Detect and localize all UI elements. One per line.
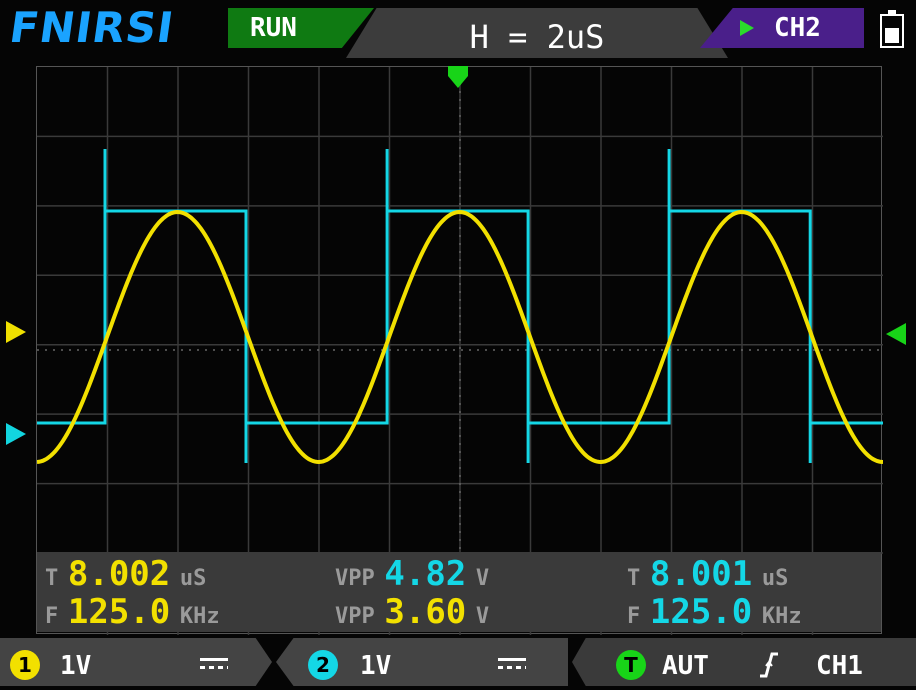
timebase-display[interactable]: H = 2uS [346, 8, 728, 58]
ch1-period-value: 8.002 [67, 554, 171, 594]
ch2-scale: 1V [360, 651, 392, 681]
vpp-top-label: VPP [335, 566, 375, 591]
channel-select-button[interactable]: CH2 [700, 8, 864, 48]
ch2-settings-button[interactable]: 2 1V [276, 638, 568, 686]
ch1-freq-unit: KHz [179, 604, 220, 629]
rising-edge-icon [760, 652, 778, 678]
run-stop-button[interactable]: RUN [228, 8, 374, 48]
ch1-period-unit: uS [179, 566, 207, 591]
ch2-freq-unit: KHz [761, 604, 802, 629]
vpp-bottom-value: 3.60 [384, 592, 467, 632]
ch2-freq-label: F [627, 604, 641, 629]
measurement-panel: T 8.002 uS F 125.0 KHz VPP 4.82 V VPP 3.… [37, 552, 881, 632]
brand-logo: FNIRSI [6, 3, 178, 52]
ch1-settings-button[interactable]: 1 1V [0, 638, 272, 686]
ch2-freq-value: 125.0 [649, 592, 753, 632]
ch2-period-value: 8.001 [649, 554, 753, 594]
trigger-settings-button[interactable]: T AUT CH1 [572, 638, 916, 686]
ch1-scale: 1V [60, 651, 92, 681]
ch1-freq-label: F [45, 604, 59, 629]
play-icon [740, 20, 754, 36]
ch2-offset-marker[interactable] [6, 423, 26, 445]
ch1-dc-coupling-icon [200, 658, 228, 672]
ch2-dc-coupling-icon [498, 658, 526, 672]
battery-full-icon [880, 10, 904, 48]
vpp-bottom-unit: V [475, 604, 490, 629]
oscilloscope-screen: FNIRSI RUN H = 2uS CH2 T 8.002 uS F 125.… [0, 0, 916, 690]
ch1-offset-marker[interactable] [6, 321, 26, 343]
trigger-mode: AUT [662, 651, 709, 681]
ch1-badge: 1 [10, 650, 40, 680]
ch2-period-unit: uS [761, 566, 789, 591]
waveform-svg [37, 67, 883, 635]
vpp-bottom-label: VPP [335, 604, 375, 629]
channel-status-bar: 1 1V 2 1V T AUT CH1 [0, 636, 916, 690]
waveform-plot[interactable] [36, 66, 883, 635]
trigger-source: CH1 [816, 651, 863, 681]
vpp-top-unit: V [475, 566, 490, 591]
trigger-badge: T [616, 650, 646, 680]
ch1-period-label: T [45, 566, 59, 591]
trigger-level-marker[interactable] [886, 323, 906, 345]
channel-select-label: CH2 [774, 13, 821, 43]
graticule [37, 67, 883, 635]
vpp-top-value: 4.82 [384, 554, 467, 594]
trigger-position-marker[interactable] [448, 66, 468, 88]
ch2-period-label: T [627, 566, 641, 591]
ch2-badge: 2 [308, 650, 338, 680]
ch1-freq-value: 125.0 [67, 592, 171, 632]
